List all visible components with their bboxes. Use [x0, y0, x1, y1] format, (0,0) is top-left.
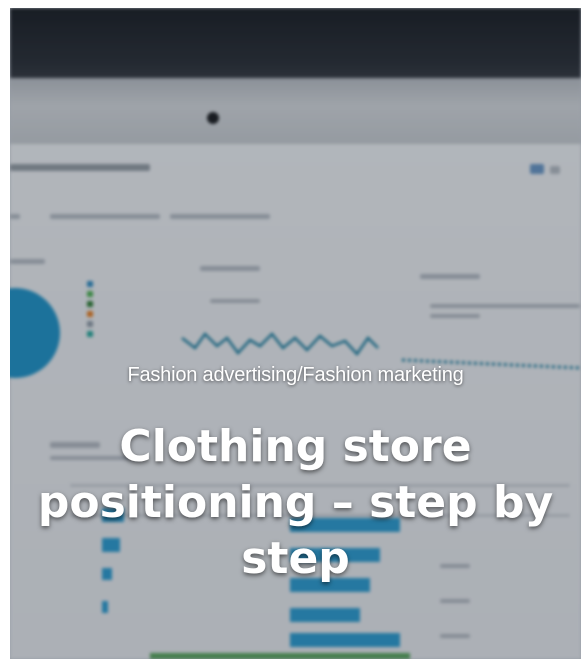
- article-category[interactable]: Fashion advertising/Fashion marketing: [10, 363, 581, 387]
- article-title[interactable]: Clothing store positioning – step by ste…: [36, 419, 556, 587]
- article-card[interactable]: Fashion advertising/Fashion marketing Cl…: [10, 8, 581, 659]
- card-caption: Fashion advertising/Fashion marketing Cl…: [10, 363, 581, 587]
